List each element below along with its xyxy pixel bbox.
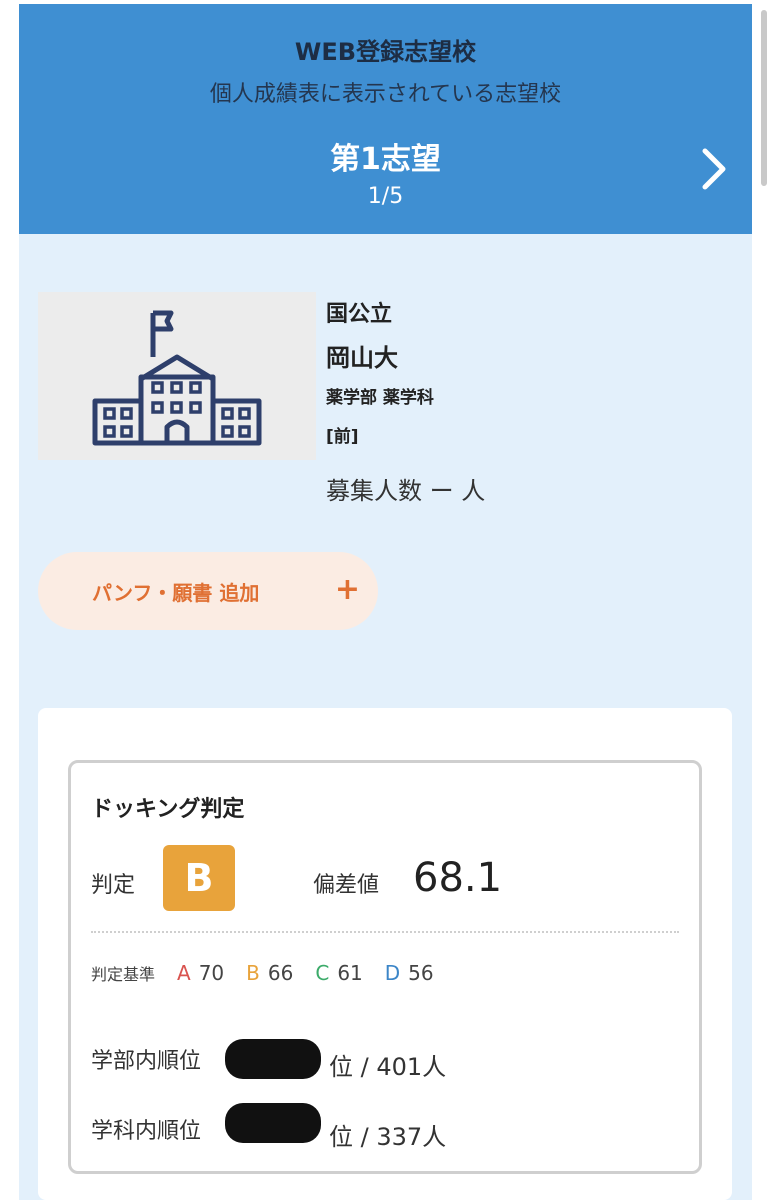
redacted-mark [225,1039,321,1079]
screen: WEB登録志望校 個人成績表に表示されている志望校 第1志望 1/5 国公立 岡… [0,0,771,1200]
grade-badge: B [163,845,235,911]
school-image [38,292,316,460]
criteria-value-d: 56 [408,961,434,985]
criteria-value-a: 70 [198,961,225,985]
school-info: 国公立 岡山大 薬学部 薬学科 [前] 募集人数 ー 人 [326,296,726,506]
add-brochure-button[interactable]: パンフ・願書 追加 + [38,552,378,630]
department-name: 薬学部 薬学科 [326,388,434,408]
criteria-grade-d: D [384,961,401,985]
pager-indicator: 1/5 [367,184,404,209]
add-brochure-label: パンフ・願書 追加 [92,580,260,605]
deviation-value: 68.1 [413,855,503,901]
faculty-rank-label: 学部内順位 [91,1049,202,1074]
judgment-card: ドッキング判定 判定 B 偏差値 68.1 判定基準 A 70 B 66 C 6… [38,708,732,1200]
department-rank-row: 学科内順位 [91,1113,243,1145]
department-rank-value: 位 / 337人 [329,1123,447,1151]
faculty-rank-row: 学部内順位 [91,1043,243,1075]
school-building-icon [92,310,262,446]
plus-icon: + [334,572,360,607]
criteria-value-c: 61 [337,961,363,985]
criteria-grade-b: B [246,961,260,985]
criteria-grade-a: A [177,961,191,985]
recruitment-capacity: 募集人数 ー 人 [326,477,486,505]
page-title: WEB登録志望校 [294,38,477,66]
choice-rank-title: 第1志望 [330,142,441,177]
next-choice-button[interactable] [694,144,734,194]
faculty-rank-value: 位 / 401人 [329,1053,447,1081]
page-subtitle: 個人成績表に表示されている志望校 [209,82,562,107]
chevron-right-icon [702,148,726,190]
judgment-label: 判定 [91,873,136,898]
header: WEB登録志望校 個人成績表に表示されている志望校 第1志望 1/5 [19,4,752,234]
scrollbar-thumb[interactable] [761,10,767,186]
redacted-mark [225,1103,321,1143]
department-rank-label: 学科内順位 [91,1119,202,1144]
school-kind: 国公立 [326,302,393,327]
judgment-criteria: 判定基準 A 70 B 66 C 61 D 56 [91,961,456,985]
exam-schedule: [前] [326,427,359,447]
university-name: 岡山大 [326,344,398,372]
criteria-grade-c: C [315,961,330,985]
docking-judgment-box: ドッキング判定 判定 B 偏差値 68.1 判定基準 A 70 B 66 C 6… [68,760,702,1174]
deviation-label: 偏差値 [313,873,380,898]
target-school-panel: WEB登録志望校 個人成績表に表示されている志望校 第1志望 1/5 国公立 岡… [19,4,752,1200]
divider [91,931,679,933]
criteria-value-b: 66 [267,961,294,985]
judgment-title: ドッキング判定 [91,797,245,822]
criteria-label: 判定基準 [91,965,156,984]
